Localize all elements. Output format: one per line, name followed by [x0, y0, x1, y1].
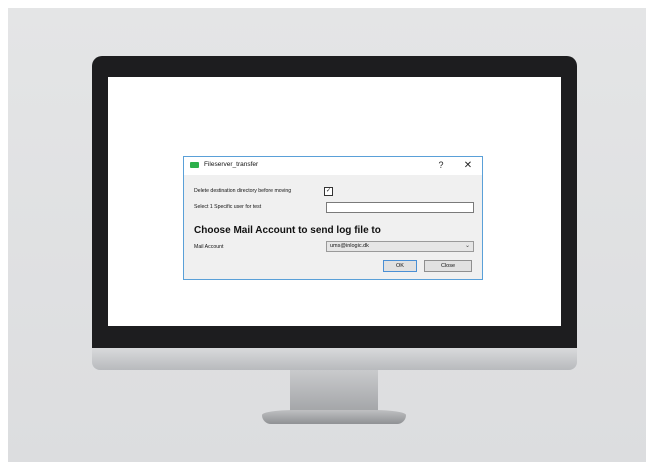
mail-account-value: ums@inlogic.dk: [330, 243, 369, 249]
close-button[interactable]: Close: [424, 260, 472, 272]
close-icon[interactable]: ✕: [461, 159, 475, 172]
fileserver-transfer-dialog: Fileserver_transfer ? ✕ Delete destinati…: [183, 156, 483, 280]
monitor-screen: Fileserver_transfer ? ✕ Delete destinati…: [108, 77, 561, 326]
mail-account-select[interactable]: ums@inlogic.dk ⌄: [326, 241, 474, 252]
monitor-chin: [92, 348, 577, 370]
chevron-down-icon: ⌄: [464, 243, 470, 249]
specific-user-input[interactable]: [326, 202, 474, 213]
specific-user-label: Select 1 Specific user for test: [194, 204, 262, 210]
mail-account-heading: Choose Mail Account to send log file to: [194, 225, 381, 236]
delete-destination-checkbox[interactable]: ✓: [324, 187, 333, 196]
monitor-bezel: Fileserver_transfer ? ✕ Delete destinati…: [92, 56, 577, 348]
app-icon: [190, 162, 199, 168]
dialog-title: Fileserver_transfer: [204, 161, 259, 168]
help-button[interactable]: ?: [434, 159, 448, 172]
ok-button[interactable]: OK: [383, 260, 417, 272]
delete-destination-label: Delete destination directory before movi…: [194, 188, 292, 194]
dialog-titlebar: Fileserver_transfer ? ✕: [184, 157, 482, 175]
mail-account-label: Mail Account: [194, 244, 224, 250]
monitor-stand-foot: [262, 410, 406, 424]
